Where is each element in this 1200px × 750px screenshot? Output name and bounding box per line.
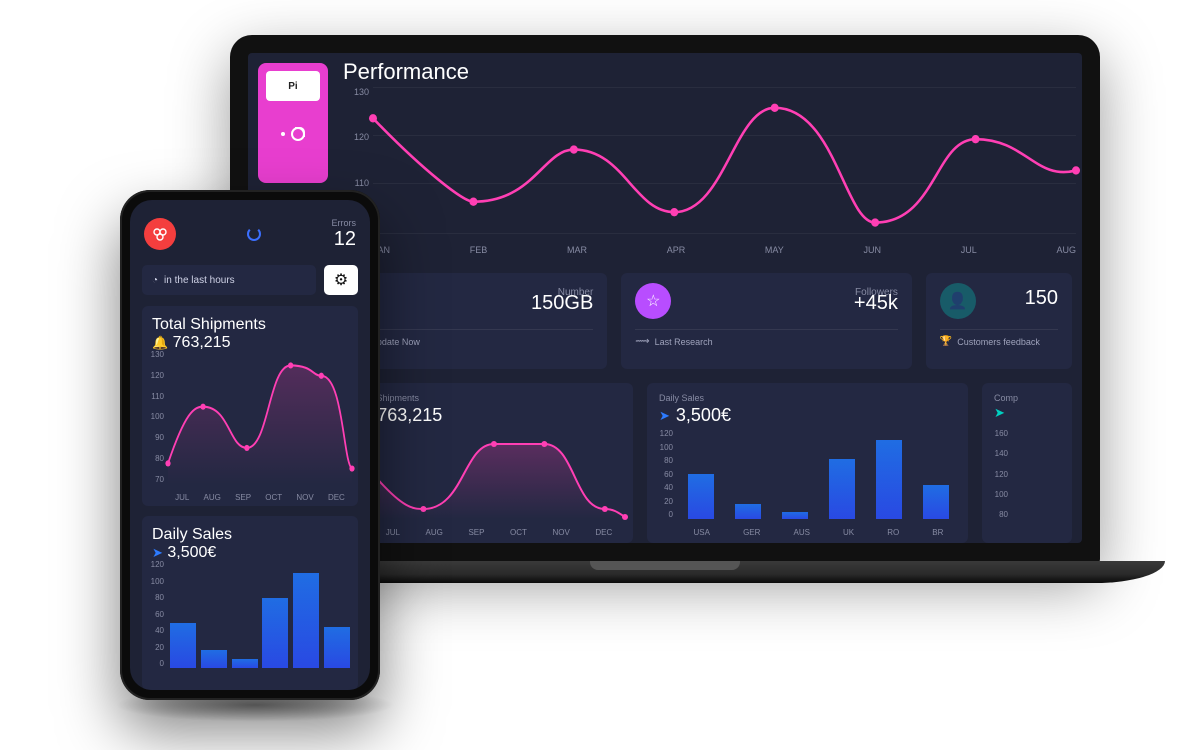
bar bbox=[201, 650, 227, 668]
panel-title: Total Shipments bbox=[152, 316, 348, 334]
laptop-notch bbox=[590, 561, 740, 570]
performance-title: Performance bbox=[343, 53, 1082, 87]
send-icon: ➤ bbox=[994, 405, 1005, 421]
sales-y: 120100 8060 4020 0 bbox=[146, 560, 164, 668]
phone-frame: Errors 12 ◔ in the last hours ⚙ Total Sh… bbox=[120, 190, 380, 700]
performance-x-axis: JANFEB MARAPR MAYJUN JULAUG bbox=[373, 245, 1076, 255]
bar bbox=[324, 627, 350, 668]
spinner-icon bbox=[247, 227, 261, 241]
phone-screen: Errors 12 ◔ in the last hours ⚙ Total Sh… bbox=[130, 200, 370, 690]
ship-x: JULAUG SEPOCT NOVDEC bbox=[168, 493, 352, 502]
gear-icon: ⚙ bbox=[334, 270, 348, 290]
panel-title: Comp bbox=[994, 393, 1060, 403]
bell-icon: 🔔 bbox=[152, 335, 168, 350]
person-icon: 👤 bbox=[940, 283, 976, 319]
completed-panel: Comp ➤ 160140 120100 80 bbox=[982, 383, 1072, 543]
panel-title: Daily Sales bbox=[659, 393, 956, 403]
performance-plot bbox=[373, 87, 1076, 233]
sales-x: USAGER AUSUK ROBR bbox=[677, 528, 960, 537]
stat-row: ◍ Number 150GB ↻Update Now ☆ Followers +… bbox=[343, 273, 1072, 369]
bar-ger bbox=[735, 504, 761, 519]
errors-value: 12 bbox=[332, 228, 357, 251]
bar-br bbox=[923, 485, 949, 519]
bar bbox=[170, 623, 196, 668]
ship-y: 130120 110100 9080 70 bbox=[146, 350, 164, 484]
pulse-icon: ⟿ bbox=[635, 336, 649, 347]
send-icon: ➤ bbox=[659, 408, 670, 424]
completed-y: 160140 120100 80 bbox=[988, 429, 1008, 519]
star-icon: ☆ bbox=[635, 283, 671, 319]
bar-uk bbox=[829, 459, 855, 519]
trophy-icon: 🏆 bbox=[940, 336, 952, 347]
sales-chart bbox=[168, 560, 352, 668]
settings-button[interactable]: ⚙ bbox=[324, 265, 358, 295]
stat-value: 150GB bbox=[531, 292, 593, 315]
filter-text: in the last hours bbox=[164, 275, 235, 286]
ship-chart bbox=[168, 350, 352, 484]
stat-value: +45k bbox=[854, 292, 898, 315]
time-filter[interactable]: ◔ in the last hours bbox=[142, 265, 316, 295]
sales-value: ➤ 3,500€ bbox=[659, 405, 956, 426]
errors-label: Errors bbox=[332, 218, 357, 228]
shipments-value: 🔔 763,215 bbox=[355, 405, 621, 426]
bar bbox=[232, 659, 258, 668]
phone-sales-panel: Daily Sales ➤ 3,500€ 120100 8060 4020 0 bbox=[142, 516, 358, 690]
dot-icon bbox=[281, 132, 285, 136]
panel-title: Daily Sales bbox=[152, 526, 348, 544]
performance-panel: Performance 130 120 110 100 bbox=[343, 53, 1082, 263]
stat-foot[interactable]: Customers feedback bbox=[957, 337, 1040, 347]
bar bbox=[262, 598, 288, 668]
stat-card-users[interactable]: 👤 150 🏆 Customers feedback bbox=[926, 273, 1072, 369]
sales-y: 120100 8060 4020 0 bbox=[653, 429, 673, 519]
panel-title: Total Shipments bbox=[355, 393, 621, 403]
phone-header: Errors 12 bbox=[130, 200, 370, 258]
filter-bar: ◔ in the last hours ⚙ bbox=[142, 264, 358, 296]
pie-icon bbox=[291, 127, 305, 141]
phone-shipments-panel: Total Shipments 🔔 763,215 130120 110100 … bbox=[142, 306, 358, 506]
bar bbox=[293, 573, 319, 668]
stat-foot[interactable]: Last Research bbox=[655, 337, 713, 347]
sidebar-tab[interactable]: Pi bbox=[266, 71, 320, 101]
shipments-chart bbox=[373, 429, 625, 519]
send-icon: ➤ bbox=[152, 545, 163, 560]
sales-panel: Daily Sales ➤ 3,500€ 120100 8060 4020 0 bbox=[647, 383, 968, 543]
bar-usa bbox=[688, 474, 714, 519]
bottom-row: Total Shipments 🔔 763,215 130120 110100 … bbox=[343, 383, 1072, 543]
shipments-panel: Total Shipments 🔔 763,215 130120 110100 … bbox=[343, 383, 633, 543]
shipments-x: JULAUG SEPOCT NOVDEC bbox=[373, 528, 625, 537]
completed-value: ➤ bbox=[994, 405, 1060, 421]
stat-card-followers[interactable]: ☆ Followers +45k ⟿Last Research bbox=[621, 273, 912, 369]
performance-line bbox=[373, 87, 1076, 233]
errors-stat: Errors 12 bbox=[332, 218, 357, 251]
logo-icon[interactable] bbox=[144, 218, 176, 250]
stat-card-number[interactable]: ◍ Number 150GB ↻Update Now bbox=[343, 273, 607, 369]
clock-icon: ◔ bbox=[152, 275, 158, 286]
stat-value: 150 bbox=[1025, 287, 1058, 310]
sidebar[interactable]: Pi bbox=[258, 63, 328, 183]
bar-ro bbox=[876, 440, 902, 519]
sales-chart bbox=[677, 429, 960, 519]
bar-aus bbox=[782, 512, 808, 519]
